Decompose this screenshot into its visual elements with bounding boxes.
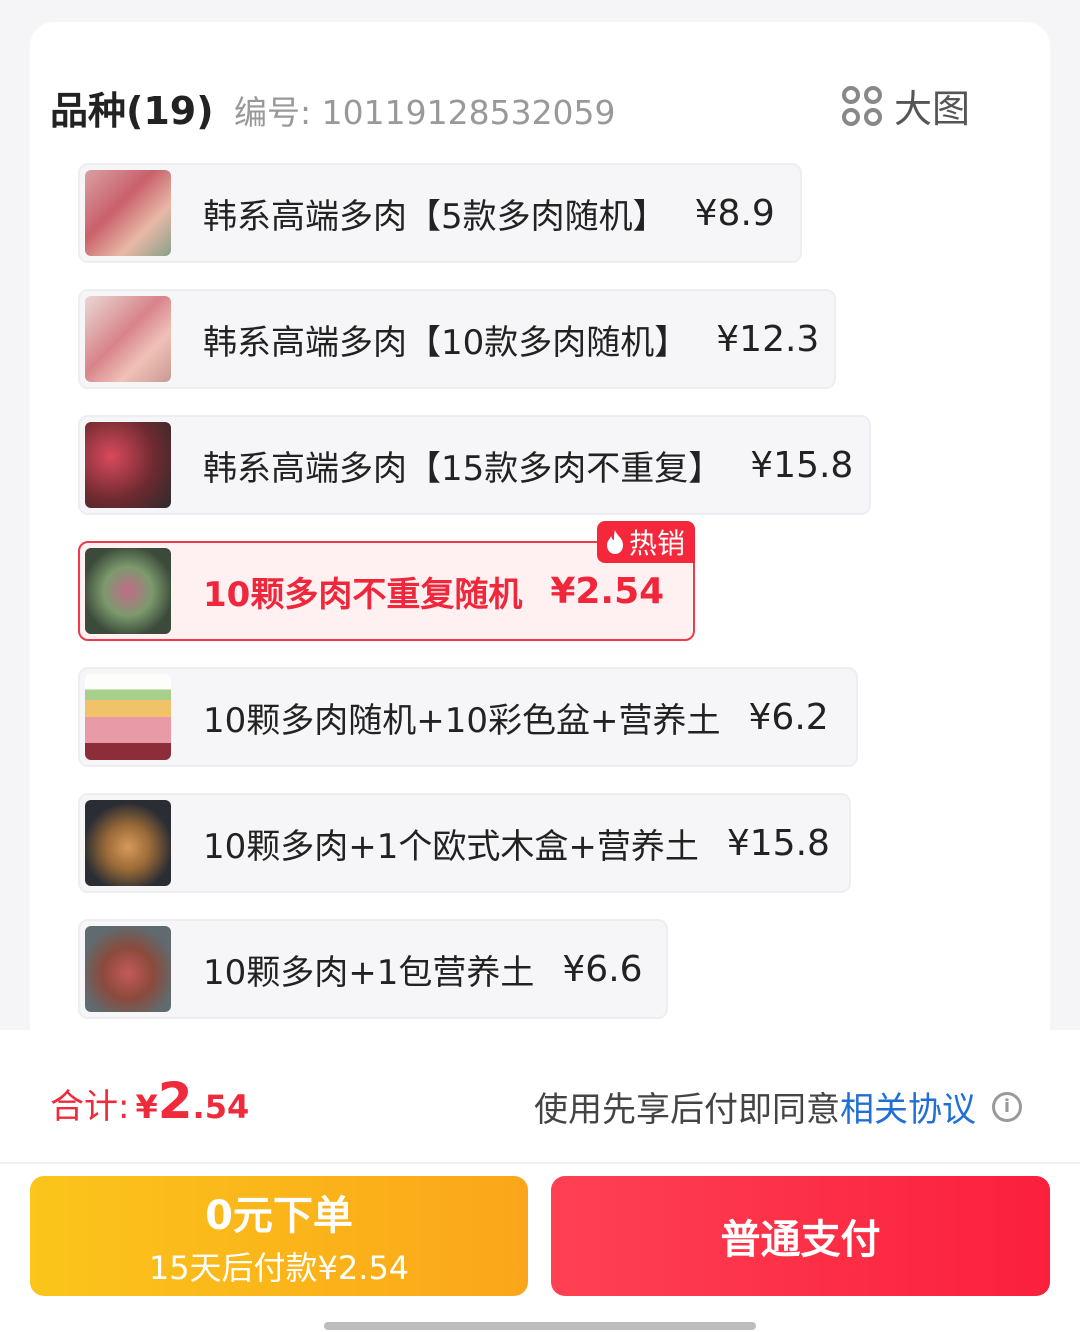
total-label: 合计: [50,1087,130,1127]
variant-name: 10颗多肉不重复随机 [203,574,523,615]
pay-later-subtitle: 15天后付款¥2.54 [148,1249,410,1287]
info-icon[interactable]: i [992,1091,1022,1122]
pay-later-button[interactable]: 0元下单 15天后付款¥2.54 [30,1176,528,1296]
variant-price: ¥6.6 [562,948,643,990]
agreement-notice: 使用先享后付即同意 相关协议 i [534,1082,1022,1131]
hot-sale-badge: 热销 [596,521,695,563]
agreement-link[interactable]: 相关协议 [840,1082,976,1131]
variant-thumbnail [85,296,171,382]
variant-option[interactable]: 10颗多肉随机+10彩色盆+营养土 ¥6.2 [78,667,858,767]
total-integer: 2 [157,1072,193,1130]
variant-name: 韩系高端多肉【15款多肉不重复】 [203,448,723,489]
big-image-toggle[interactable]: 大图 [841,78,970,133]
variety-title: 品种(19) [50,89,214,133]
variant-name: 10颗多肉+1包营养土 [203,952,535,993]
variant-name: 10颗多肉随机+10彩色盆+营养土 [203,700,721,741]
variant-option[interactable]: 10颗多肉+1个欧式木盒+营养土 ¥15.8 [78,793,851,893]
variant-thumbnail [85,926,171,1012]
variant-price: ¥6.2 [748,696,829,738]
total-decimal: .54 [192,1088,250,1126]
total-currency: ¥ [135,1088,158,1126]
variant-option[interactable]: 韩系高端多肉【10款多肉随机】 ¥12.3 [78,289,836,389]
pay-later-title: 0元下单 [205,1193,353,1239]
pay-now-button[interactable]: 普通支付 [551,1176,1050,1296]
flame-icon [606,530,623,554]
sku-code: 编号: 10119128532059 [234,93,616,132]
variant-option[interactable]: 韩系高端多肉【15款多肉不重复】 ¥15.8 [78,415,871,515]
variant-thumbnail [85,548,171,634]
agreement-text: 使用先享后付即同意 [534,1090,840,1130]
home-indicator [324,1322,756,1330]
variant-name: 韩系高端多肉【10款多肉随机】 [203,322,689,363]
variant-price: ¥15.8 [726,822,830,864]
variant-price: ¥2.54 [550,570,665,612]
checkout-bar: 合计: ¥ 2 .54 使用先享后付即同意 相关协议 i 0元下单 15天后付款… [0,1030,1080,1332]
variant-thumbnail [85,170,171,256]
grid-circles-icon [841,85,882,126]
total-price: 合计: ¥ 2 .54 [50,1072,249,1130]
variant-thumbnail [85,674,171,760]
divider [0,1162,1080,1164]
variant-option-selected[interactable]: 10颗多肉不重复随机 ¥2.54 热销 [78,521,695,641]
variant-option[interactable]: 韩系高端多肉【5款多肉随机】 ¥8.9 [78,163,802,263]
variant-price: ¥8.9 [694,192,775,234]
variant-price: ¥15.8 [750,444,854,486]
variant-thumbnail [85,800,171,886]
variant-option[interactable]: 10颗多肉+1包营养土 ¥6.6 [78,919,668,1019]
big-image-label: 大图 [893,87,970,131]
variety-header: 品种(19) 编号: 10119128532059 大图 [50,58,970,148]
variant-price: ¥12.3 [716,318,820,360]
variant-name: 10颗多肉+1个欧式木盒+营养土 [203,826,699,867]
variant-name: 韩系高端多肉【5款多肉随机】 [203,196,667,237]
variant-thumbnail [85,422,171,508]
hot-sale-label: 热销 [628,527,685,560]
